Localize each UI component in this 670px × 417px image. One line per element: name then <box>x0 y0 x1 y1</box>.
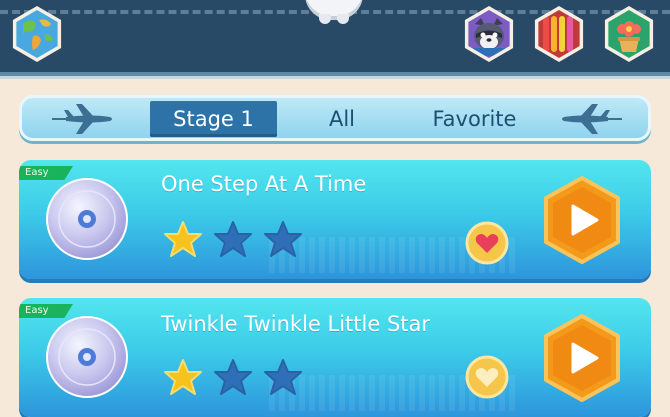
star-empty-icon <box>214 221 252 257</box>
star-empty-icon <box>264 359 302 395</box>
raccoon-avatar-icon <box>468 10 510 58</box>
world-map-icon <box>16 10 58 58</box>
favorite-heart-button[interactable] <box>465 221 509 265</box>
top-bar <box>0 0 670 76</box>
music-disc-icon <box>46 178 128 260</box>
song-card[interactable]: Easy One Step At A Time <box>19 160 651 279</box>
star-empty-icon <box>214 359 252 395</box>
airplane-left-icon <box>52 104 112 134</box>
color-theme-button[interactable] <box>534 6 584 62</box>
tab-all[interactable]: All <box>312 101 372 137</box>
tab-favorite[interactable]: Favorite <box>417 101 532 137</box>
color-stripes-icon <box>538 10 580 58</box>
song-card[interactable]: Easy Twinkle Twinkle Little Star <box>19 298 651 417</box>
cat-mascot <box>305 0 363 24</box>
song-title: One Step At A Time <box>161 172 367 196</box>
favorite-heart-button[interactable] <box>465 355 509 399</box>
tab-stage-1[interactable]: Stage 1 <box>150 101 277 137</box>
star-empty-icon <box>264 221 302 257</box>
star-filled-icon <box>164 359 202 395</box>
star-rating <box>163 358 303 396</box>
star-rating <box>163 220 303 258</box>
garden-button[interactable] <box>604 6 654 62</box>
song-title: Twinkle Twinkle Little Star <box>161 312 431 336</box>
airplane-right-icon <box>562 104 622 134</box>
world-map-button[interactable] <box>12 6 62 62</box>
profile-avatar-button[interactable] <box>464 6 514 62</box>
star-filled-icon <box>164 221 202 257</box>
play-button[interactable] <box>541 313 623 403</box>
music-disc-icon <box>46 316 128 398</box>
play-button[interactable] <box>541 175 623 265</box>
tab-bar: Stage 1 All Favorite <box>19 95 651 141</box>
flower-pot-icon <box>608 10 650 58</box>
